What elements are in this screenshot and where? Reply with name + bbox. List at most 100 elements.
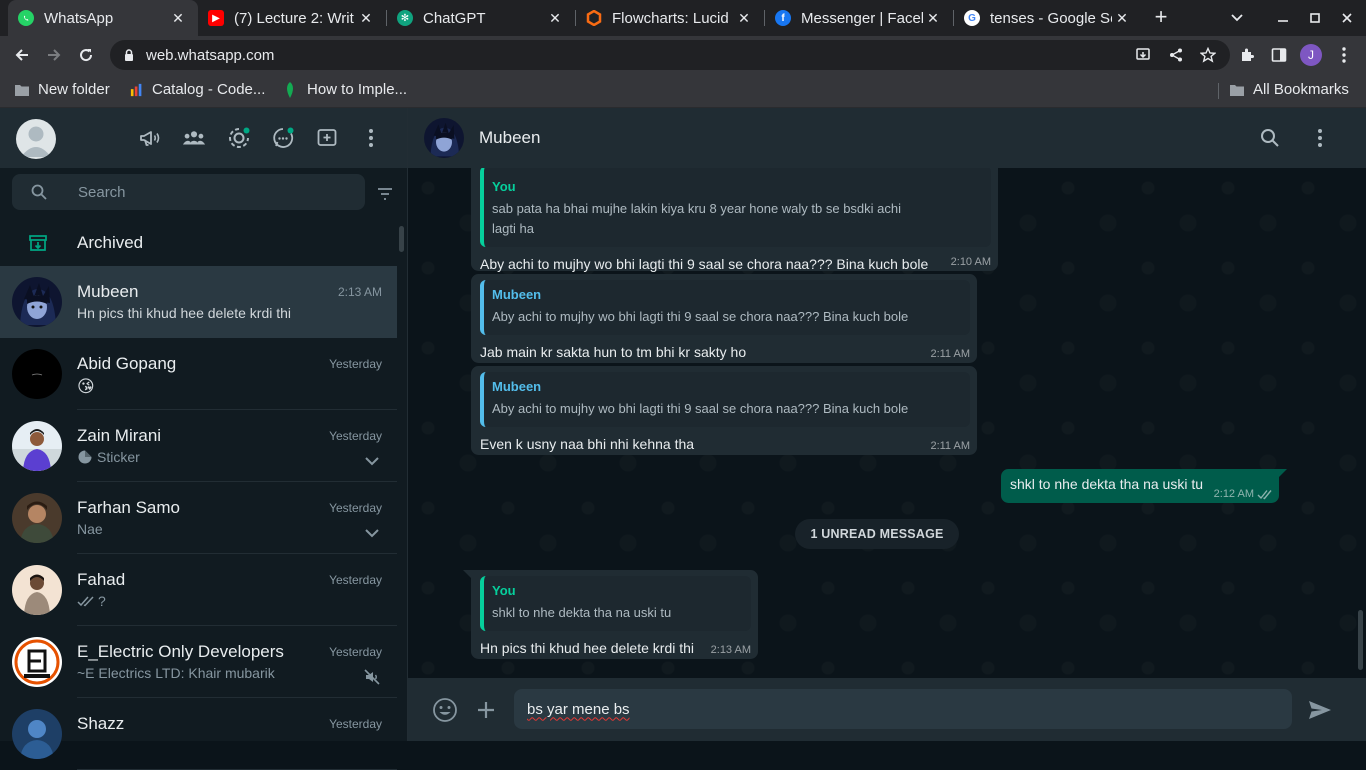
back-button[interactable] <box>8 41 36 69</box>
message-incoming[interactable]: Mubeen Aby achi to mujhy wo bhi lagti th… <box>471 274 977 363</box>
chat-item-shazz[interactable]: Shazz Yesterday <box>0 698 397 770</box>
default-avatar-icon <box>21 126 51 157</box>
close-tab-icon[interactable]: ✕ <box>545 10 565 27</box>
message-outgoing[interactable]: shkl to nhe dekta tha na uski tu 2:12 AM <box>1001 469 1287 503</box>
emoji-icon[interactable] <box>432 697 458 723</box>
chat-time: Yesterday <box>329 429 382 443</box>
quote-text: shkl to nhe dekta tha na uski tu <box>492 605 672 620</box>
avatar <box>12 565 62 615</box>
chat-item-abid-gopang[interactable]: Abid Gopang Yesterday 😘 <box>0 338 397 410</box>
close-tab-icon[interactable]: ✕ <box>168 10 188 27</box>
bubble-tail <box>1277 469 1287 479</box>
avatar <box>12 277 62 327</box>
message-time: 2:13 AM <box>710 644 751 656</box>
quoted-message[interactable]: You sab pata ha bhai mujhe lakin kiya kr… <box>480 168 991 247</box>
close-tab-icon[interactable]: ✕ <box>356 10 376 27</box>
browser-tab-bar: WhatsApp ✕ ▶ (7) Lecture 2: Writ ✕ ✻ Cha… <box>0 0 1366 36</box>
chevron-down-icon[interactable] <box>363 452 381 470</box>
tab-title: ChatGPT <box>423 9 486 27</box>
profile-avatar[interactable]: J <box>1300 44 1322 66</box>
quoted-message[interactable]: Mubeen Aby achi to mujhy wo bhi lagti th… <box>480 372 970 427</box>
chat-item-e-electric[interactable]: E_Electric Only Developers Yesterday ~E … <box>0 626 397 698</box>
tab-whatsapp[interactable]: WhatsApp ✕ <box>8 0 198 36</box>
close-tab-icon[interactable]: ✕ <box>923 10 943 27</box>
close-window-button[interactable] <box>1330 0 1364 36</box>
sticker-icon <box>78 450 92 464</box>
new-tab-button[interactable]: + <box>1148 5 1174 31</box>
folder-icon <box>15 84 29 96</box>
bookmark-catalog[interactable]: Catalog - Code... <box>130 81 265 98</box>
muted-icon <box>364 669 380 685</box>
conversation-menu-icon[interactable] <box>1308 126 1332 150</box>
filter-icon[interactable] <box>375 184 395 204</box>
avatar <box>12 637 62 687</box>
lock-icon <box>125 49 133 61</box>
chat-item-fahad[interactable]: Fahad Yesterday ? <box>0 554 397 626</box>
tab-messenger[interactable]: f Messenger | Faceb ✕ <box>765 0 953 36</box>
search-messages-icon[interactable] <box>1258 126 1282 150</box>
message-time: 2:10 AM <box>950 256 991 268</box>
scrollbar[interactable] <box>1358 610 1363 670</box>
message-input-text[interactable]: bs yar mene bs <box>527 701 630 718</box>
all-bookmarks-button[interactable]: All Bookmarks <box>1229 81 1349 98</box>
archive-icon <box>29 235 47 251</box>
tab-youtube[interactable]: ▶ (7) Lecture 2: Writ ✕ <box>198 0 386 36</box>
facebook-icon: f <box>775 10 791 26</box>
close-tab-icon[interactable]: ✕ <box>734 10 754 27</box>
message-incoming[interactable]: You shkl to nhe dekta tha na uski tu Hn … <box>463 570 758 659</box>
close-tab-icon[interactable]: ✕ <box>1112 10 1132 27</box>
leaf-icon <box>287 81 293 98</box>
tab-search-button[interactable] <box>1220 0 1254 36</box>
bookmark-how-to[interactable]: How to Imple... <box>284 81 407 98</box>
reload-button[interactable] <box>72 41 100 69</box>
chat-preview: ? <box>77 593 106 609</box>
search-input[interactable] <box>78 183 338 201</box>
browser-menu-icon[interactable] <box>1334 45 1354 65</box>
quote-author: You <box>492 583 516 598</box>
quoted-message[interactable]: You shkl to nhe dekta tha na uski tu <box>480 576 751 631</box>
message-input[interactable]: bs yar mene bs <box>514 689 1292 729</box>
extensions-icon[interactable] <box>1237 45 1257 65</box>
new-chat-icon[interactable] <box>315 126 339 150</box>
side-panel-icon[interactable] <box>1269 45 1289 65</box>
my-avatar[interactable] <box>16 119 56 159</box>
message-text: Jab main kr sakta hun to tm bhi kr sakty… <box>480 344 747 360</box>
message-time: 2:11 AM <box>930 348 970 360</box>
archived-label: Archived <box>77 233 144 252</box>
message-incoming[interactable]: You sab pata ha bhai mujhe lakin kiya kr… <box>471 168 998 272</box>
scrollbar[interactable] <box>399 226 404 252</box>
bookmark-label: How to Imple... <box>307 81 408 98</box>
contact-avatar[interactable] <box>424 118 464 158</box>
conversation-header[interactable]: Mubeen <box>408 108 1366 168</box>
chat-preview: Sticker <box>77 449 140 465</box>
message-incoming[interactable]: Mubeen Aby achi to mujhy wo bhi lagti th… <box>471 366 977 455</box>
tab-chatgpt[interactable]: ✻ ChatGPT ✕ <box>387 0 575 36</box>
chat-item-zain-mirani[interactable]: Zain Mirani Yesterday Sticker <box>0 410 397 482</box>
send-icon[interactable] <box>1307 697 1333 723</box>
chevron-down-icon[interactable] <box>363 524 381 542</box>
chat-name: Farhan Samo <box>77 498 180 517</box>
reload-icon <box>80 49 93 62</box>
minimize-button[interactable] <box>1266 0 1300 36</box>
menu-icon[interactable] <box>359 126 383 150</box>
archived-row[interactable]: Archived <box>0 218 396 268</box>
catalog-icon <box>130 83 142 96</box>
attach-plus-icon[interactable] <box>473 697 499 723</box>
maximize-button[interactable] <box>1298 0 1332 36</box>
tab-google[interactable]: G tenses - Google Se ✕ <box>954 0 1142 36</box>
address-bar[interactable]: web.whatsapp.com <box>110 40 1230 70</box>
chat-name: E_Electric Only Developers <box>77 642 284 661</box>
install-app-icon[interactable] <box>1135 47 1151 63</box>
channels-icon[interactable] <box>138 126 162 150</box>
forward-button[interactable] <box>40 41 68 69</box>
quoted-message[interactable]: Mubeen Aby achi to mujhy wo bhi lagti th… <box>480 280 970 335</box>
communities-icon[interactable] <box>182 126 206 150</box>
share-icon[interactable] <box>1168 47 1184 63</box>
bookmark-new-folder[interactable]: New folder <box>14 81 110 98</box>
tab-lucid[interactable]: Flowcharts: Lucid ✕ <box>576 0 764 36</box>
chat-item-farhan-samo[interactable]: Farhan Samo Yesterday Nae <box>0 482 397 554</box>
status-icon[interactable] <box>227 126 251 150</box>
bookmark-star-icon[interactable] <box>1200 47 1216 63</box>
chat-item-mubeen[interactable]: Mubeen 2:13 AM Hn pics thi khud hee dele… <box>0 266 397 338</box>
channels-updates-icon[interactable] <box>271 126 295 150</box>
